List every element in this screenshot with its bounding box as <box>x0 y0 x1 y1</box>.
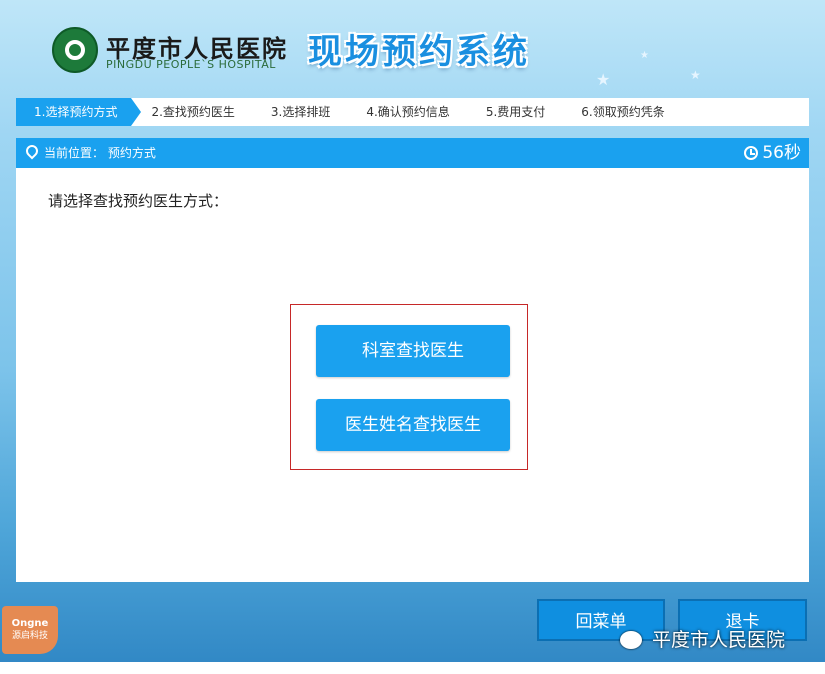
star-decoration-icon: ★ <box>596 70 611 89</box>
system-title: 现场预约系统 <box>308 32 530 72</box>
countdown-timer: 56秒 <box>744 138 801 168</box>
wechat-icon <box>620 631 642 649</box>
step-6-get-receipt: 6.领取预约凭条 <box>581 105 665 119</box>
star-decoration-icon: ★ <box>640 50 649 61</box>
watermark: 平度市人民医院 <box>620 625 785 652</box>
find-by-doctor-name-button[interactable]: 医生姓名查找医生 <box>316 399 510 451</box>
options-group: 科室查找医生 医生姓名查找医生 <box>290 304 528 470</box>
selection-prompt: 请选择查找预约医生方式： <box>48 192 229 210</box>
step-2-find-doctor: 2.查找预约医生 <box>151 105 235 119</box>
star-decoration-icon: ★ <box>690 68 701 82</box>
step-3-select-schedule: 3.选择排班 <box>270 105 331 119</box>
main-panel: 当前位置： 预约方式 56秒 请选择查找预约医生方式： 科室查找医生 医生姓名查… <box>16 138 809 582</box>
hospital-name-en: PINGDU PEOPLE`S HOSPITAL <box>106 58 276 71</box>
step-progress-bar: 1.选择预约方式 2.查找预约医生 3.选择排班 4.确认预约信息 5.费用支付… <box>16 98 809 126</box>
watermark-text: 平度市人民医院 <box>652 629 786 651</box>
brand-name-cn: 源启科技 <box>11 631 48 641</box>
location-pin-icon <box>23 142 41 160</box>
hospital-logo <box>52 27 98 73</box>
header: 平度市人民医院 PINGDU PEOPLE`S HOSPITAL 现场预约系统 … <box>0 0 825 96</box>
brand-logo: Ongne 源启科技 <box>2 606 58 654</box>
step-4-confirm-info: 4.确认预约信息 <box>366 105 450 119</box>
current-location: 当前位置： 预约方式 <box>44 146 156 160</box>
step-5-payment: 5.费用支付 <box>485 105 546 119</box>
alarm-clock-icon <box>744 146 759 160</box>
find-by-department-button[interactable]: 科室查找医生 <box>316 325 510 377</box>
countdown-value: 56秒 <box>762 143 801 163</box>
bottom-strip <box>0 662 825 674</box>
panel-header: 当前位置： 预约方式 56秒 <box>16 138 809 168</box>
step-1-select-method: 1.选择预约方式 <box>16 98 142 126</box>
brand-name-en: Ongne <box>11 618 49 629</box>
